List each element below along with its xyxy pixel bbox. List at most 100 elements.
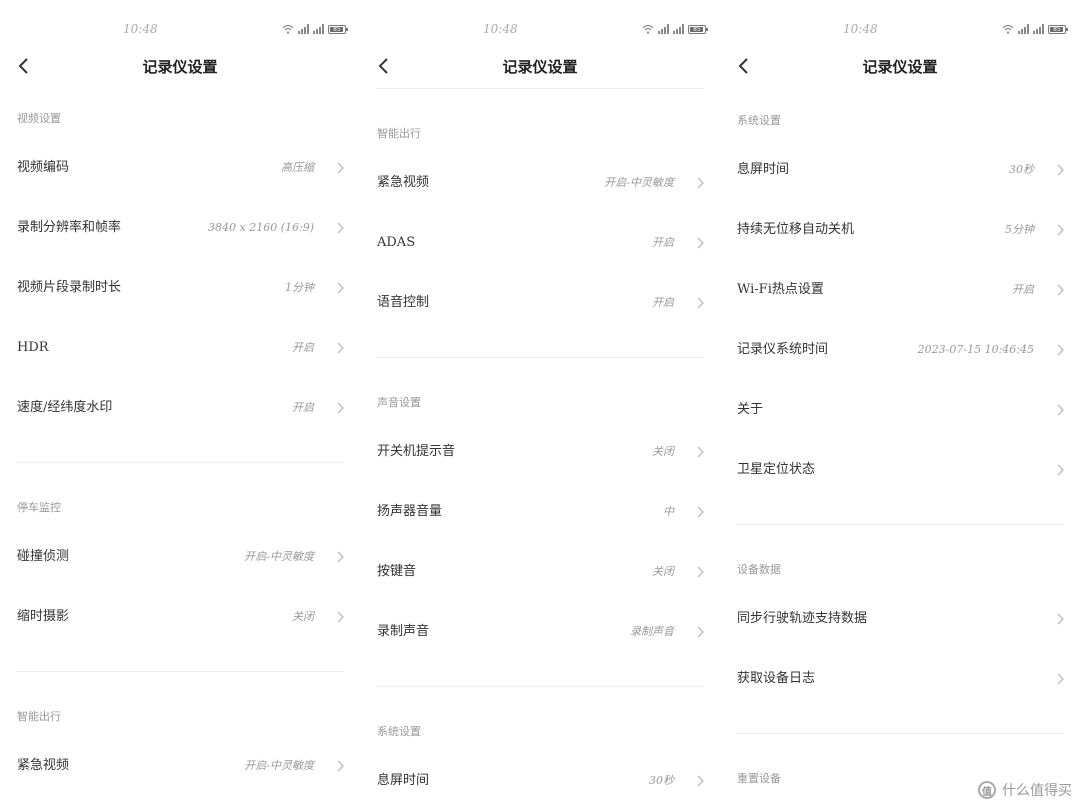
row-label: 视频片段录制时长 xyxy=(17,280,122,295)
screen-1: 10:48 85 记录仪设置 视频设置 视频编码 高压缩 录制分辨率和帧率 3840… xyxy=(0,0,360,810)
chevron-right-icon xyxy=(1057,613,1064,625)
row-value: 开启-中灵敏度 xyxy=(604,176,674,189)
setting-row-emergency-video[interactable]: 紧急视频 开启-中灵敏度 xyxy=(0,736,360,796)
chevron-right-icon xyxy=(1057,344,1064,356)
section-title-system: 系统设置 xyxy=(737,114,781,127)
page-title: 记录仪设置 xyxy=(862,58,938,76)
chevron-right-icon xyxy=(697,775,704,787)
watermark-text: 什么值得买 xyxy=(1002,783,1072,799)
status-time: 10:48 xyxy=(123,22,158,36)
section-title-system: 系统设置 xyxy=(377,725,421,738)
row-label: 紧急视频 xyxy=(17,758,70,773)
status-bar: 10:48 85 xyxy=(360,22,720,40)
setting-row-power-sound[interactable]: 开关机提示音 关闭 xyxy=(360,422,720,482)
setting-row-wifi-hotspot[interactable]: Wi-Fi热点设置 开启 xyxy=(720,260,1080,320)
section-title-sound: 声音设置 xyxy=(377,396,421,409)
row-label: 碰撞侦测 xyxy=(17,549,70,564)
battery-icon: 85 xyxy=(688,24,708,34)
page-title: 记录仪设置 xyxy=(502,58,578,76)
chevron-right-icon xyxy=(1057,464,1064,476)
wifi-icon xyxy=(282,24,294,34)
status-bar: 10:48 85 xyxy=(0,22,360,40)
setting-row-key-tone[interactable]: 按键音 关闭 xyxy=(360,542,720,602)
row-value: 30秒 xyxy=(1009,163,1034,176)
chevron-right-icon xyxy=(1057,164,1064,176)
section-title-smart: 智能出行 xyxy=(17,710,61,723)
row-value: 开启-中灵敏度 xyxy=(244,759,314,772)
setting-row-device-log[interactable]: 获取设备日志 xyxy=(720,649,1080,709)
signal-icon xyxy=(1033,24,1044,34)
section-title-smart: 智能出行 xyxy=(377,127,421,140)
row-label: 录制声音 xyxy=(377,624,430,639)
nav-bar: 记录仪设置 xyxy=(0,50,360,84)
setting-row-sync-track-data[interactable]: 同步行驶轨迹支持数据 xyxy=(720,589,1080,649)
row-value: 2023-07-15 10:46:45 xyxy=(917,343,1034,356)
chevron-right-icon xyxy=(337,282,344,294)
status-icons: 85 xyxy=(642,24,708,34)
chevron-right-icon xyxy=(697,566,704,578)
setting-row-gps-status[interactable]: 卫星定位状态 xyxy=(720,440,1080,500)
row-label: 关于 xyxy=(737,402,764,417)
setting-row-voice-control[interactable]: 语音控制 开启 xyxy=(360,273,720,333)
settings-list: 智能出行 紧急视频 开启-中灵敏度 ADAS 开启 语音控制 开启 声音设置 开关机提… xyxy=(360,88,720,810)
row-value: 3840 x 2160 (16:9) xyxy=(208,221,314,234)
row-label: 按键音 xyxy=(377,564,417,579)
settings-list: 系统设置 息屏时间 30秒 持续无位移自动关机 5分钟 Wi-Fi热点设置 开启 记录… xyxy=(720,100,1080,798)
battery-level: 85 xyxy=(333,25,341,33)
battery-level: 85 xyxy=(1053,25,1061,33)
chevron-right-icon xyxy=(697,237,704,249)
row-value: 关闭 xyxy=(652,445,674,458)
setting-row-auto-shutdown[interactable]: 持续无位移自动关机 5分钟 xyxy=(720,200,1080,260)
status-time: 10:48 xyxy=(483,22,518,36)
row-value: 开启-中灵敏度 xyxy=(244,550,314,563)
screen-2: 10:48 85 记录仪设置 智能出行 紧急视频 开启-中灵敏度 ADAS 开启 语… xyxy=(360,0,720,810)
row-label: 获取设备日志 xyxy=(737,671,816,686)
setting-row-system-time[interactable]: 记录仪系统时间 2023-07-15 10:46:45 xyxy=(720,320,1080,380)
section-title-device-data: 设备数据 xyxy=(737,563,781,576)
row-value: 1分钟 xyxy=(285,281,314,294)
section-title-video: 视频设置 xyxy=(17,112,61,125)
battery-level: 85 xyxy=(693,25,701,33)
setting-row-about[interactable]: 关于 xyxy=(720,380,1080,440)
wifi-icon xyxy=(642,24,654,34)
setting-row-video-codec[interactable]: 视频编码 高压缩 xyxy=(0,138,360,198)
row-label: 记录仪系统时间 xyxy=(737,342,829,357)
row-label: 卫星定位状态 xyxy=(737,462,816,477)
status-time: 10:48 xyxy=(843,22,878,36)
row-value: 开启 xyxy=(652,296,674,309)
setting-row-screen-timeout[interactable]: 息屏时间 30秒 xyxy=(360,751,720,810)
signal-icon xyxy=(1018,24,1029,34)
chevron-right-icon xyxy=(697,446,704,458)
setting-row-clip-length[interactable]: 视频片段录制时长 1分钟 xyxy=(0,258,360,318)
chevron-right-icon xyxy=(337,551,344,563)
row-label: 缩时摄影 xyxy=(17,609,70,624)
status-icons: 85 xyxy=(282,24,348,34)
setting-row-watermark[interactable]: 速度/经纬度水印 开启 xyxy=(0,378,360,438)
settings-list: 视频设置 视频编码 高压缩 录制分辨率和帧率 3840 x 2160 (16:9) … xyxy=(0,98,360,796)
chevron-right-icon xyxy=(337,611,344,623)
chevron-right-icon xyxy=(1057,404,1064,416)
battery-icon: 85 xyxy=(328,24,348,34)
chevron-right-icon xyxy=(1057,673,1064,685)
setting-row-emergency-video[interactable]: 紧急视频 开启-中灵敏度 xyxy=(360,153,720,213)
watermark-logo: 值 xyxy=(978,781,996,799)
chevron-right-icon xyxy=(697,297,704,309)
battery-icon: 85 xyxy=(1048,24,1068,34)
chevron-right-icon xyxy=(1057,224,1064,236)
signal-icon xyxy=(298,24,309,34)
setting-row-timelapse[interactable]: 缩时摄影 关闭 xyxy=(0,587,360,647)
row-label: 紧急视频 xyxy=(377,175,430,190)
setting-row-record-audio[interactable]: 录制声音 录制声音 xyxy=(360,602,720,662)
setting-row-hdr[interactable]: HDR 开启 xyxy=(0,318,360,378)
row-value: 高压缩 xyxy=(281,161,314,174)
chevron-right-icon xyxy=(337,402,344,414)
setting-row-collision[interactable]: 碰撞侦测 开启-中灵敏度 xyxy=(0,527,360,587)
setting-row-speaker-volume[interactable]: 扬声器音量 中 xyxy=(360,482,720,542)
row-label: 录制分辨率和帧率 xyxy=(17,220,122,235)
setting-row-adas[interactable]: ADAS 开启 xyxy=(360,213,720,273)
setting-row-screen-timeout[interactable]: 息屏时间 30秒 xyxy=(720,140,1080,200)
row-value: 开启 xyxy=(292,341,314,354)
row-value: 录制声音 xyxy=(630,625,674,638)
nav-bar: 记录仪设置 xyxy=(360,50,720,84)
setting-row-resolution[interactable]: 录制分辨率和帧率 3840 x 2160 (16:9) xyxy=(0,198,360,258)
